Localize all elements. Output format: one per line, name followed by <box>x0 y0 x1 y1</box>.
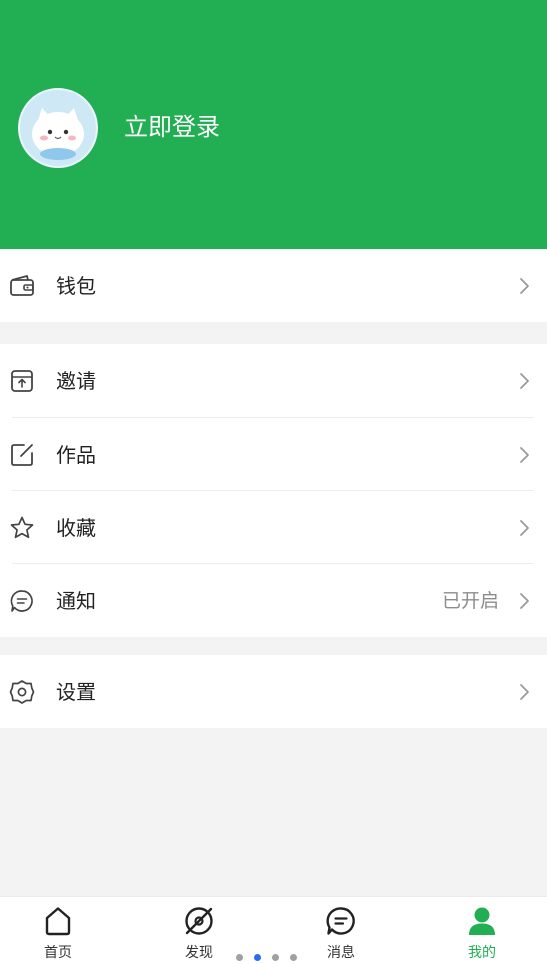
chevron-right-icon <box>520 593 529 609</box>
tab-me[interactable]: 我的 <box>442 897 522 964</box>
chevron-right-icon <box>520 447 529 463</box>
menu-item-label: 设置 <box>56 679 96 704</box>
page-indicator <box>234 954 304 962</box>
settings-section: 设置 <box>0 655 547 728</box>
login-link[interactable]: 立即登录 <box>124 111 220 143</box>
avatar-cat-image <box>20 90 96 166</box>
menu-item-label: 作品 <box>56 442 96 467</box>
menu-item-invite[interactable]: 邀请 <box>0 344 547 417</box>
message-icon <box>326 907 355 935</box>
profile-header: 立即登录 <box>0 0 547 249</box>
menu-item-works[interactable]: 作品 <box>0 418 547 491</box>
home-icon <box>45 907 71 936</box>
tab-label: 首页 <box>44 945 72 961</box>
chevron-right-icon <box>520 373 529 389</box>
menu-item-settings[interactable]: 设置 <box>0 655 547 728</box>
chevron-right-icon <box>520 520 529 536</box>
menu-item-label: 钱包 <box>56 273 96 298</box>
tab-label: 我的 <box>468 945 496 961</box>
menu-item-label: 收藏 <box>56 515 96 540</box>
tab-label: 发现 <box>185 945 213 961</box>
invite-box-icon <box>11 370 33 392</box>
menu-item-label: 邀请 <box>56 368 96 393</box>
main-menu-section: 邀请 作品 收藏 通知 已开启 <box>0 344 547 637</box>
menu-item-favorites[interactable]: 收藏 <box>0 491 547 564</box>
menu-item-notifications[interactable]: 通知 已开启 <box>0 564 547 637</box>
chat-bubble-icon <box>10 590 33 612</box>
menu-item-label: 通知 <box>56 588 96 613</box>
edit-square-icon <box>11 444 33 466</box>
page-dot <box>236 954 243 961</box>
chevron-right-icon <box>520 278 529 294</box>
wallet-icon <box>10 275 34 296</box>
tab-home[interactable]: 首页 <box>18 897 98 964</box>
tab-discover[interactable]: 发现 <box>159 897 239 964</box>
page-dot <box>272 954 279 961</box>
tab-messages[interactable]: 消息 <box>301 897 381 964</box>
gear-icon <box>9 680 35 704</box>
notification-status-value: 已开启 <box>441 589 499 612</box>
chevron-right-icon <box>520 684 529 700</box>
compass-icon <box>185 907 213 935</box>
user-icon <box>469 907 495 935</box>
tab-label: 消息 <box>327 945 355 961</box>
avatar[interactable] <box>18 88 98 168</box>
wallet-section: 钱包 <box>0 249 547 322</box>
menu-item-wallet[interactable]: 钱包 <box>0 249 547 322</box>
star-icon <box>10 516 34 539</box>
page-dot-active <box>254 954 261 961</box>
page-dot <box>290 954 297 961</box>
